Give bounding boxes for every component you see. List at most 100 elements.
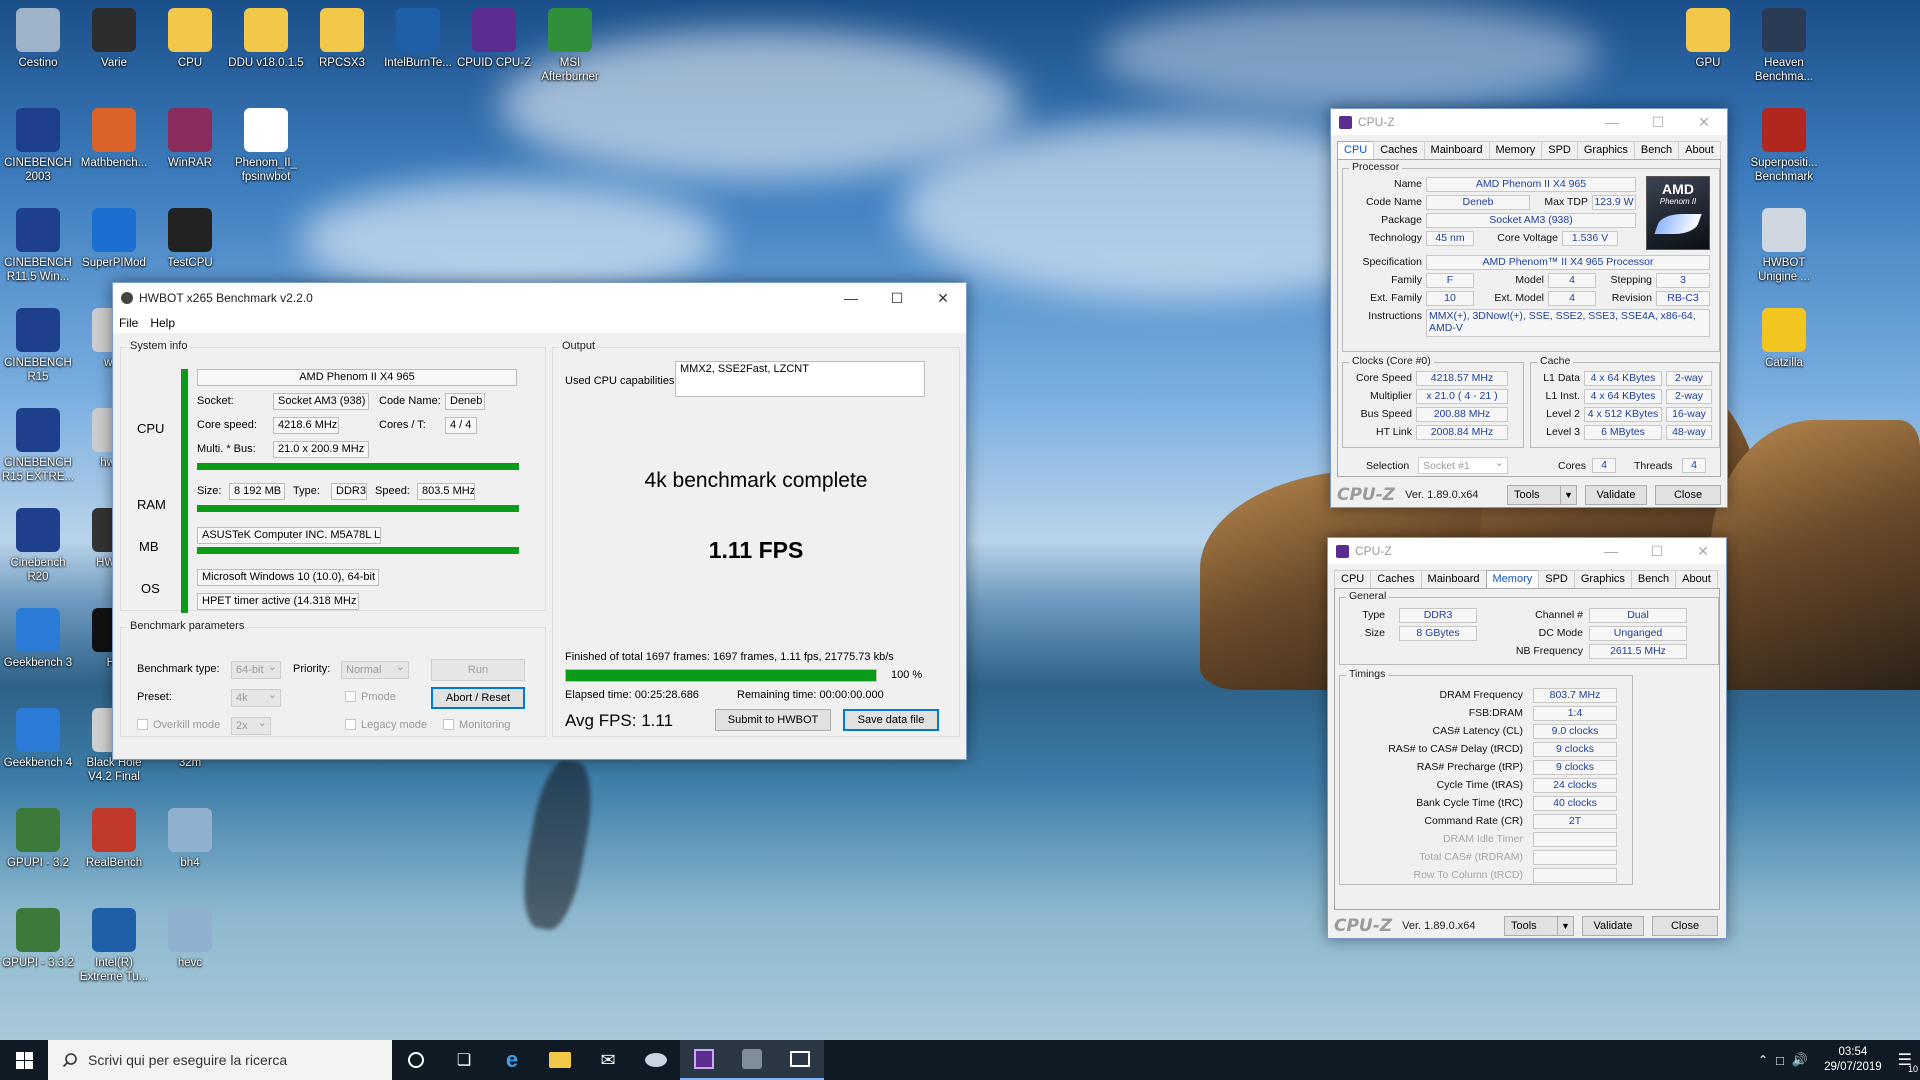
desktop-icon[interactable]: Phenom_II_ fpsinwbot — [228, 108, 304, 184]
desktop-icon[interactable]: CPUID CPU-Z — [456, 8, 532, 70]
cortana-button[interactable] — [392, 1040, 440, 1080]
submit-to-hwbot-button[interactable]: Submit to HWBOT — [715, 709, 831, 731]
bench-type-select[interactable]: 64-bit — [231, 659, 281, 679]
tab-cpu[interactable]: CPU — [1334, 570, 1372, 588]
close-button[interactable]: Close — [1652, 916, 1718, 936]
taskbar-edge[interactable]: e — [488, 1040, 536, 1080]
desktop-icon[interactable]: Cinebench R20 — [0, 508, 76, 584]
validate-button[interactable]: Validate — [1585, 485, 1647, 505]
selection-select[interactable]: Socket #1 — [1418, 455, 1508, 474]
desktop-icon[interactable]: CINEBENCH R11.5 Win... — [0, 208, 76, 284]
nb-frequency-label: NB Frequency — [1515, 645, 1583, 657]
close-button[interactable]: Close — [1655, 485, 1721, 505]
minimize-icon[interactable]: — — [828, 283, 874, 313]
network-icon[interactable]: □ — [1776, 1053, 1784, 1068]
desktop-icon[interactable]: hevc — [152, 908, 228, 970]
desktop-icon[interactable]: Cestino — [0, 8, 76, 70]
tab-cpu[interactable]: CPU — [1337, 141, 1375, 159]
start-button[interactable] — [0, 1040, 48, 1080]
desktop-icon[interactable]: CPU — [152, 8, 228, 70]
hwbot-titlebar[interactable]: HWBOT x265 Benchmark v2.2.0 — ☐ ✕ — [113, 283, 966, 313]
overkill-checkbox[interactable] — [137, 719, 148, 730]
tab-caches[interactable]: Caches — [1370, 570, 1422, 588]
desktop-icon[interactable]: DDU v18.0.1.5 — [228, 8, 304, 70]
tools-button[interactable]: Tools ▼ — [1504, 916, 1574, 936]
desktop-icon[interactable]: Catzilla — [1746, 308, 1822, 370]
maximize-icon[interactable]: ☐ — [1635, 109, 1681, 135]
taskbar-mail[interactable]: ✉ — [584, 1040, 632, 1080]
volume-icon[interactable]: 🔊 — [1792, 1052, 1808, 1068]
taskbar-x265[interactable] — [776, 1040, 824, 1080]
tab-mainboard[interactable]: Mainboard — [1423, 141, 1490, 159]
menu-help[interactable]: Help — [150, 316, 175, 330]
desktop-icon[interactable]: Geekbench 4 — [0, 708, 76, 770]
desktop-icon[interactable]: CINEBENCH 2003 — [0, 108, 76, 184]
tab-bench[interactable]: Bench — [1633, 141, 1680, 159]
desktop-icon[interactable]: Heaven Benchma... — [1746, 8, 1822, 84]
desktop-icon[interactable]: bh4 — [152, 808, 228, 870]
task-view-button[interactable]: ❏ — [440, 1040, 488, 1080]
minimize-icon[interactable]: — — [1588, 538, 1634, 564]
overkill-select[interactable]: 2x — [231, 715, 271, 735]
desktop-icon[interactable]: CINEBENCH R15 EXTRE... — [0, 408, 76, 484]
tray-chevron-icon[interactable]: ⌃ — [1758, 1053, 1768, 1067]
tab-spd[interactable]: SPD — [1538, 570, 1575, 588]
menu-file[interactable]: File — [119, 316, 138, 330]
tools-button[interactable]: Tools ▼ — [1507, 485, 1577, 505]
tab-memory[interactable]: Memory — [1485, 570, 1540, 588]
minimize-icon[interactable]: — — [1589, 109, 1635, 135]
desktop-icon[interactable]: CINEBENCH R15 — [0, 308, 76, 384]
desktop-icon[interactable]: RPCSX3 — [304, 8, 380, 70]
tab-graphics[interactable]: Graphics — [1573, 570, 1632, 588]
close-icon[interactable]: ✕ — [1681, 109, 1727, 135]
maximize-icon[interactable]: ☐ — [1634, 538, 1680, 564]
stepping-label: Stepping — [1610, 274, 1652, 286]
monitoring-checkbox[interactable] — [443, 719, 454, 730]
maximize-icon[interactable]: ☐ — [874, 283, 920, 313]
desktop-icon[interactable]: GPUPI - 3.2 — [0, 808, 76, 870]
desktop-icon[interactable]: TestCPU — [152, 208, 228, 270]
tab-memory[interactable]: Memory — [1488, 141, 1543, 159]
taskbar-explorer[interactable] — [536, 1040, 584, 1080]
tab-mainboard[interactable]: Mainboard — [1420, 570, 1487, 588]
tab-caches[interactable]: Caches — [1373, 141, 1425, 159]
close-icon[interactable]: ✕ — [920, 283, 966, 313]
taskbar-hwbot[interactable] — [632, 1040, 680, 1080]
legacy-checkbox[interactable] — [345, 719, 356, 730]
run-button[interactable]: Run — [431, 659, 525, 681]
desktop-icon[interactable]: RealBench — [76, 808, 152, 870]
desktop-icon-label: IntelBurnTe... — [384, 57, 452, 69]
desktop-icon[interactable]: SuperPIMod — [76, 208, 152, 270]
desktop-icon[interactable]: Superpositi... Benchmark — [1746, 108, 1822, 184]
tab-about[interactable]: About — [1678, 141, 1721, 159]
pmode-checkbox[interactable] — [345, 691, 356, 702]
tab-spd[interactable]: SPD — [1541, 141, 1578, 159]
priority-select[interactable]: Normal — [341, 659, 409, 679]
desktop-icon[interactable]: MSI Afterburner — [532, 8, 608, 84]
desktop-icon[interactable]: GPU — [1670, 8, 1746, 70]
cpuz-icon — [472, 8, 516, 52]
notification-center-icon[interactable]: ☰ 10 — [1898, 1050, 1918, 1074]
desktop-icon[interactable]: WinRAR — [152, 108, 228, 170]
desktop-icon[interactable]: Intel(R) Extreme Tu... — [76, 908, 152, 984]
tab-about[interactable]: About — [1675, 570, 1718, 588]
cpuz2-titlebar[interactable]: CPU-Z — ☐ ✕ — [1328, 538, 1726, 564]
taskbar-cpuz-2[interactable] — [728, 1040, 776, 1080]
taskbar-search-box[interactable]: Scrivi qui per eseguire la ricerca — [48, 1040, 392, 1080]
desktop-icon[interactable]: HWBOT Unigine ... — [1746, 208, 1822, 284]
desktop-icon[interactable]: GPUPI - 3.3.2 — [0, 908, 76, 970]
validate-button[interactable]: Validate — [1582, 916, 1644, 936]
desktop-icon[interactable]: IntelBurnTe... — [380, 8, 456, 70]
desktop-icon[interactable]: Varie — [76, 8, 152, 70]
close-icon[interactable]: ✕ — [1680, 538, 1726, 564]
taskbar-cpuz[interactable] — [680, 1040, 728, 1080]
cpuz1-titlebar[interactable]: CPU-Z — ☐ ✕ — [1331, 109, 1727, 135]
taskbar-clock[interactable]: 03:54 29/07/2019 — [1816, 1045, 1890, 1075]
tab-bench[interactable]: Bench — [1630, 570, 1677, 588]
desktop-icon[interactable]: Geekbench 3 — [0, 608, 76, 670]
preset-select[interactable]: 4k — [231, 687, 281, 707]
abort-reset-button[interactable]: Abort / Reset — [431, 687, 525, 709]
tab-graphics[interactable]: Graphics — [1576, 141, 1635, 159]
desktop-icon[interactable]: Mathbench... — [76, 108, 152, 170]
save-data-file-button[interactable]: Save data file — [843, 709, 939, 731]
